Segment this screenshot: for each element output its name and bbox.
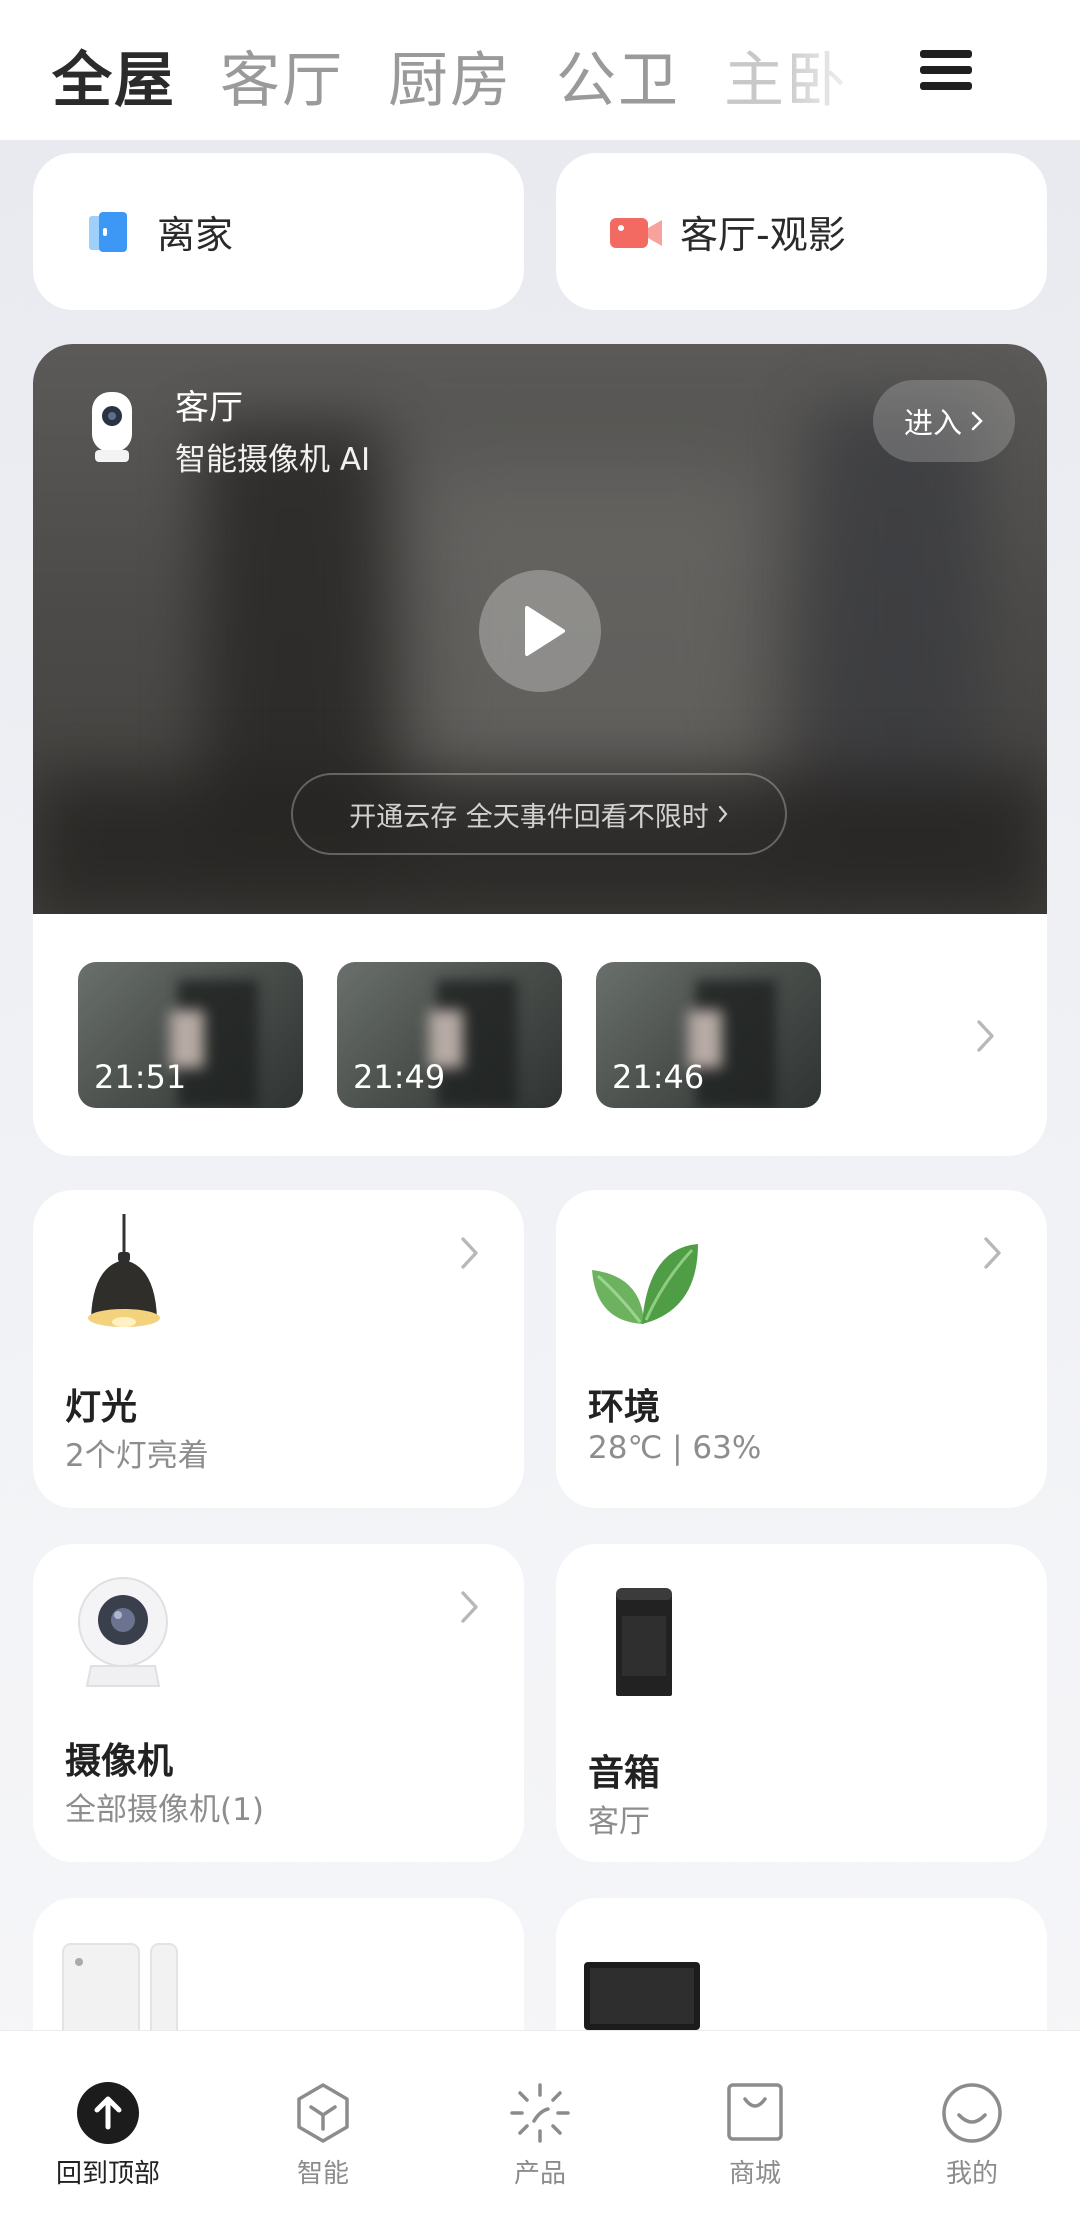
nav-mall[interactable]: 商城 [675, 2081, 835, 2190]
scene-living-room-movie-button[interactable]: 客厅-观影 [556, 153, 1047, 310]
dome-camera-icon [73, 1574, 173, 1696]
nav-label: 我的 [945, 2159, 998, 2189]
camera-live-preview[interactable]: 客厅 智能摄像机 AI 进入 开通云存 全天事件回看不限时 [33, 344, 1047, 914]
smile-icon [940, 2081, 1004, 2145]
device-subtitle: 2个灯亮着 [65, 1438, 209, 1474]
nav-label: 智能 [296, 2159, 349, 2189]
bottom-navigation: 回到顶部 智能 产品 商城 我的 [0, 2030, 1080, 2225]
pendant-lamp-icon [69, 1214, 179, 1338]
nav-label: 产品 [513, 2159, 566, 2189]
video-camera-icon [608, 210, 662, 254]
camera-model-name: 智能摄像机 AI [175, 442, 371, 478]
camera-enter-button[interactable]: 进入 [873, 380, 1015, 462]
sparkle-icon [508, 2081, 572, 2145]
nav-label: 回到顶部 [55, 2159, 160, 2189]
device-subtitle: 客厅 [588, 1804, 650, 1840]
play-icon[interactable] [479, 570, 601, 692]
device-card-speaker[interactable]: 音箱 客厅 [556, 1544, 1047, 1862]
room-tabs: 全屋 客厅 厨房 公卫 主卧 [52, 30, 848, 120]
device-title: 灯光 [65, 1387, 138, 1428]
device-title: 摄像机 [65, 1741, 174, 1782]
shopping-bag-icon [723, 2081, 787, 2145]
clip-thumbnail[interactable]: 21:49 [337, 962, 562, 1108]
enter-label: 进入 [903, 406, 962, 440]
clip-time: 21:49 [353, 1058, 446, 1096]
nav-profile[interactable]: 我的 [892, 2081, 1052, 2190]
clip-time: 21:46 [612, 1058, 705, 1096]
device-subtitle: 全部摄像机(1) [65, 1792, 264, 1828]
tab-kitchen[interactable]: 厨房 [388, 32, 512, 119]
scene-label: 客厅-观影 [680, 213, 846, 257]
chevron-right-icon [718, 805, 728, 823]
scene-leave-home-button[interactable]: 离家 [33, 153, 524, 310]
device-card-cameras[interactable]: 摄像机 全部摄像机(1) [33, 1544, 524, 1862]
cloud-storage-label: 开通云存 全天事件回看不限时 [349, 801, 709, 833]
nav-label: 商城 [728, 2159, 781, 2189]
camera-device-icon [89, 390, 135, 466]
cloud-storage-button[interactable]: 开通云存 全天事件回看不限时 [291, 773, 787, 855]
chevron-right-icon[interactable] [458, 1234, 482, 1276]
camera-card[interactable]: 客厅 智能摄像机 AI 进入 开通云存 全天事件回看不限时 21:51 21:4… [33, 344, 1047, 1156]
device-subtitle: 28℃ | 63% [588, 1430, 762, 1466]
chevron-right-icon[interactable] [981, 1234, 1005, 1276]
hexagon-icon [291, 2081, 355, 2145]
clip-thumbnail[interactable]: 21:46 [596, 962, 821, 1108]
device-title: 音箱 [588, 1753, 661, 1794]
tab-bathroom[interactable]: 公卫 [556, 32, 680, 119]
scene-label: 离家 [157, 213, 234, 257]
nav-smart[interactable]: 智能 [243, 2081, 403, 2190]
clip-thumbnail[interactable]: 21:51 [78, 962, 303, 1108]
nav-products[interactable]: 产品 [460, 2081, 620, 2190]
clip-time: 21:51 [94, 1058, 187, 1096]
leaf-icon [586, 1240, 702, 1334]
nav-back-to-top[interactable]: 回到顶部 [28, 2081, 188, 2190]
chevron-right-icon[interactable] [458, 1588, 482, 1630]
device-title: 环境 [588, 1387, 661, 1428]
more-clips-chevron-icon[interactable] [973, 1016, 999, 1060]
device-card-lights[interactable]: 灯光 2个灯亮着 [33, 1190, 524, 1508]
room-tab-bar: 全屋 客厅 厨房 公卫 主卧 [0, 0, 1080, 140]
tabs-fade-overlay [780, 20, 890, 130]
tab-whole-house[interactable]: 全屋 [52, 32, 176, 119]
menu-icon[interactable] [920, 50, 972, 90]
door-icon [85, 210, 133, 254]
chevron-right-icon [971, 411, 983, 431]
tab-living-room[interactable]: 客厅 [220, 32, 344, 119]
device-card-environment[interactable]: 环境 28℃ | 63% [556, 1190, 1047, 1508]
arrow-up-icon [76, 2081, 140, 2145]
smart-speaker-icon [612, 1586, 676, 1702]
camera-room-name: 客厅 [175, 388, 243, 428]
